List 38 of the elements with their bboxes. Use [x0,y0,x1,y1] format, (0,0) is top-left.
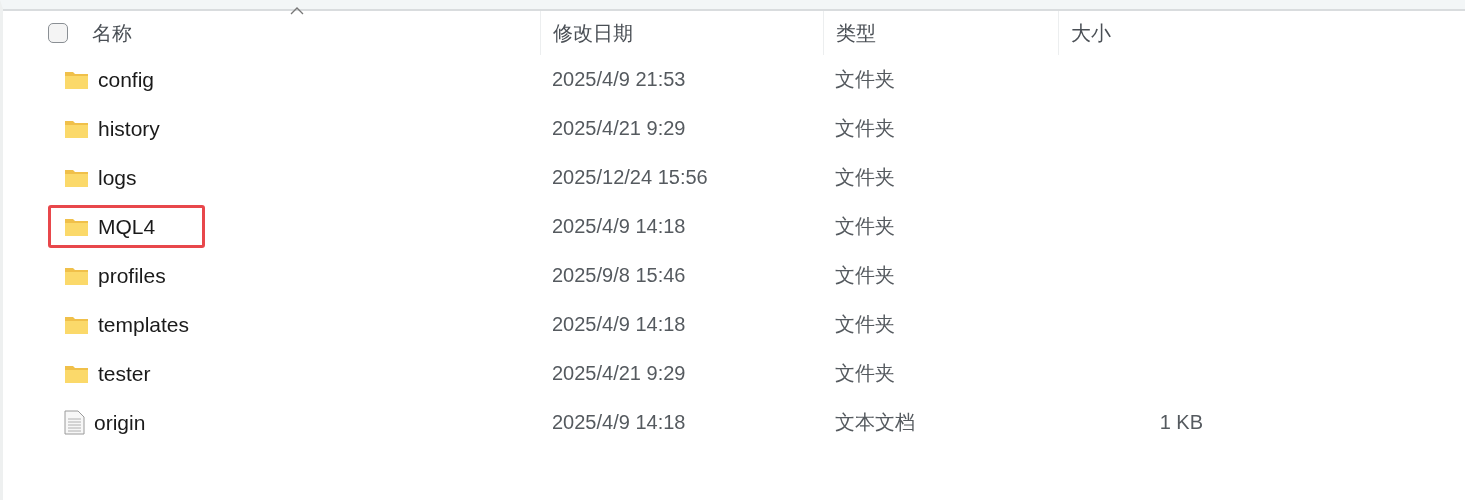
file-name[interactable]: MQL4 [98,214,156,239]
file-type: 文件夹 [834,263,896,288]
file-name[interactable]: history [98,116,160,141]
file-name[interactable]: origin [94,410,146,435]
file-type: 文件夹 [834,214,896,239]
modified-date: 2025/4/9 14:18 [551,215,687,238]
column-header[interactable]: 名称 [92,19,132,47]
file-name[interactable]: tester [98,361,151,386]
modified-date: 2025/4/21 9:29 [551,117,687,140]
folder-icon [64,118,89,139]
file-name[interactable]: config [98,67,155,92]
column-header[interactable]: 类型 [836,19,876,47]
modified-date: 2025/4/9 14:18 [551,411,687,434]
folder-icon [64,69,89,90]
column-header[interactable]: 修改日期 [553,19,633,47]
modified-date: 2025/12/24 15:56 [551,166,709,189]
modified-date: 2025/9/8 15:46 [551,264,687,287]
folder-icon [64,314,89,335]
column-header[interactable]: 大小 [1071,19,1111,47]
file-name[interactable]: profiles [98,263,166,288]
folder-icon [64,265,89,286]
folder-icon [64,167,89,188]
select-all-checkbox[interactable] [48,23,68,43]
folder-icon [64,216,89,237]
file-name[interactable]: logs [98,165,137,190]
file-type: 文件夹 [834,67,896,92]
document-icon [64,410,85,435]
file-name[interactable]: templates [98,312,190,337]
modified-date: 2025/4/9 21:53 [551,68,687,91]
folder-icon [64,363,89,384]
file-type: 文本文档 [834,410,916,435]
file-size: 1 KB [1158,411,1204,434]
file-type: 文件夹 [834,361,896,386]
file-type: 文件夹 [834,312,896,337]
modified-date: 2025/4/21 9:29 [551,362,687,385]
file-type: 文件夹 [834,116,896,141]
modified-date: 2025/4/9 14:18 [551,313,687,336]
file-type: 文件夹 [834,165,896,190]
